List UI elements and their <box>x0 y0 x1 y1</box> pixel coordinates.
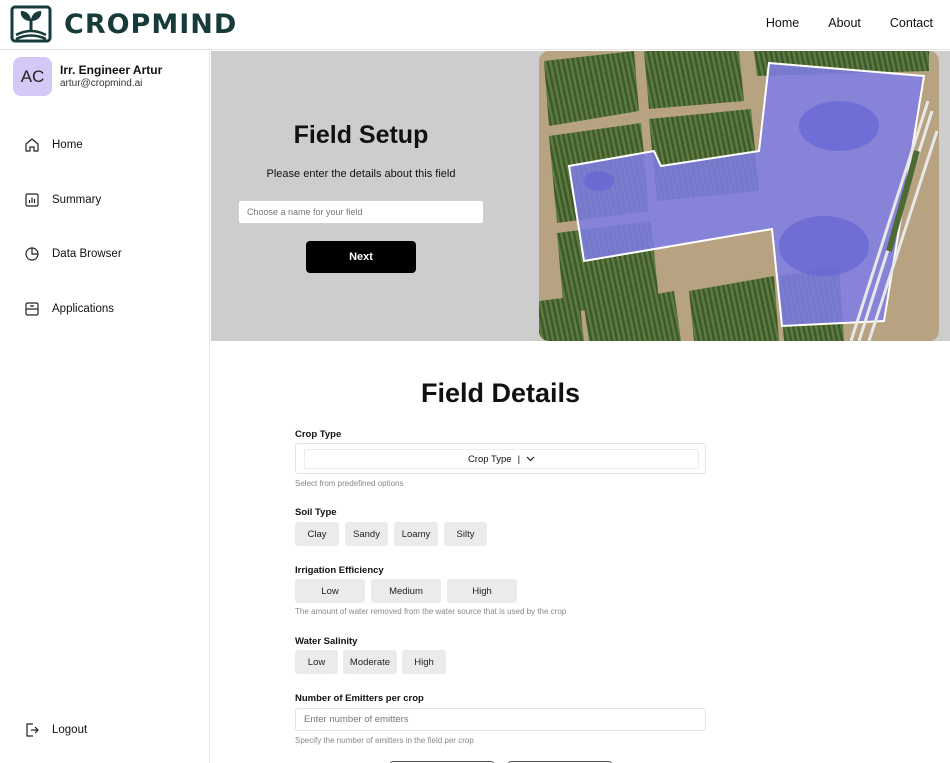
crop-type-field: Crop Type | <box>295 443 706 474</box>
user-email: artur@cropmind.ai <box>60 78 143 89</box>
crop-type-help: Select from predefined options <box>295 479 404 488</box>
irrigation-efficiency-label: Irrigation Efficiency <box>295 565 384 576</box>
salinity-option-high[interactable]: High <box>402 650 446 674</box>
brand-name: CROPMIND <box>64 8 238 40</box>
top-navigation: Home About Contact <box>766 16 933 30</box>
irrigation-option-medium[interactable]: Medium <box>371 579 441 603</box>
field-setup-title: Field Setup <box>293 121 429 149</box>
sidebar-item-data-browser[interactable]: Data Browser <box>24 246 122 262</box>
sidebar-item-applications[interactable]: Applications <box>24 301 114 317</box>
soil-option-silty[interactable]: Silty <box>444 522 487 546</box>
field-details-title: Field Details <box>420 378 581 408</box>
sidebar-item-label: Applications <box>52 303 115 315</box>
sidebar: AC Irr. Engineer Artur artur@cropmind.ai… <box>0 51 210 763</box>
crop-type-label: Crop Type <box>295 429 342 440</box>
applications-icon <box>25 302 39 316</box>
water-salinity-label: Water Salinity <box>295 636 358 647</box>
sidebar-item-label: Summary <box>52 194 102 206</box>
sidebar-item-label: Data Browser <box>52 248 122 260</box>
nav-about-link[interactable]: About <box>828 16 861 30</box>
emitters-label: Number of Emitters per crop <box>295 693 424 704</box>
nav-home-link[interactable]: Home <box>766 16 799 30</box>
top-header: CROPMIND Home About Contact <box>0 0 950 50</box>
brand-logo[interactable]: CROPMIND <box>10 5 237 43</box>
logout-icon <box>26 723 39 737</box>
crop-type-value: Crop Type <box>467 453 512 465</box>
crop-type-select[interactable]: Crop Type | <box>304 449 699 469</box>
user-name: Irr. Engineer Artur <box>60 63 163 77</box>
avatar[interactable]: AC <box>13 57 52 96</box>
soil-option-loamy[interactable]: Loamy <box>394 522 438 546</box>
irrigation-option-high[interactable]: High <box>447 579 517 603</box>
field-setup-panel: Field Setup Please enter the details abo… <box>211 51 950 341</box>
select-divider: | <box>517 453 521 465</box>
cropmind-logo-icon <box>10 5 52 43</box>
irrigation-efficiency-help: The amount of water removed from the wat… <box>295 607 567 616</box>
pie-chart-icon <box>25 247 39 261</box>
aerial-field-map[interactable] <box>539 51 939 341</box>
nav-contact-link[interactable]: Contact <box>890 16 933 30</box>
soil-option-clay[interactable]: Clay <box>295 522 339 546</box>
sidebar-item-home[interactable]: Home <box>24 137 83 153</box>
irrigation-option-low[interactable]: Low <box>295 579 365 603</box>
next-button[interactable]: Next <box>306 241 416 273</box>
soil-type-label: Soil Type <box>295 507 337 518</box>
sidebar-item-summary[interactable]: Summary <box>24 192 101 208</box>
emitters-help: Specify the number of emitters in the fi… <box>295 736 474 745</box>
summary-chart-icon <box>25 193 39 207</box>
field-name-input[interactable] <box>238 200 484 224</box>
soil-option-sandy[interactable]: Sandy <box>345 522 388 546</box>
salinity-option-moderate[interactable]: Moderate <box>343 650 397 674</box>
logout-label: Logout <box>52 724 88 736</box>
salinity-option-low[interactable]: Low <box>295 650 338 674</box>
field-setup-subtitle: Please enter the details about this fiel… <box>266 168 456 180</box>
home-icon <box>25 138 39 152</box>
logout-button[interactable]: Logout <box>24 722 87 738</box>
chevron-down-icon <box>526 456 535 462</box>
emitters-input[interactable] <box>295 708 706 731</box>
sidebar-item-label: Home <box>52 139 83 151</box>
